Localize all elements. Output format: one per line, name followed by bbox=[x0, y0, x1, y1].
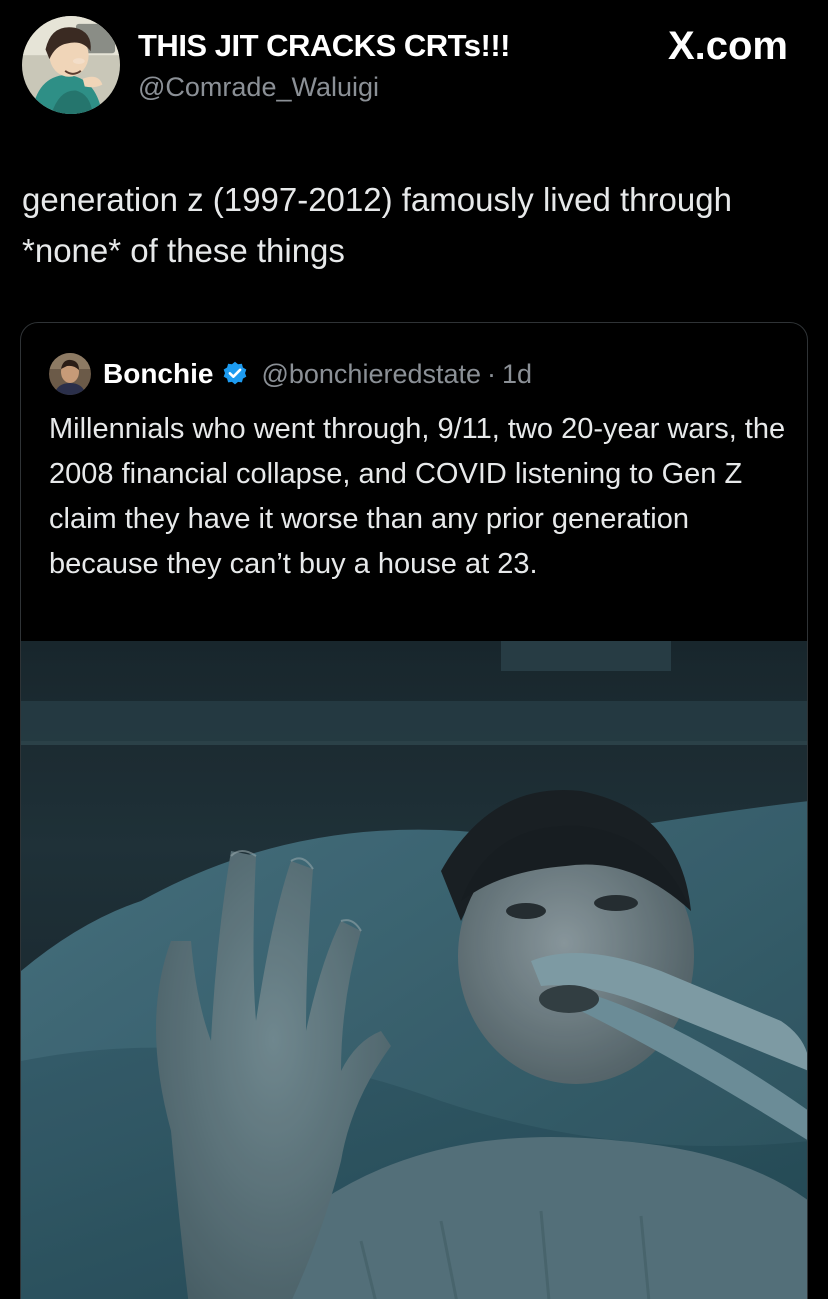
separator-dot: · bbox=[487, 358, 497, 389]
quoted-post-timestamp[interactable]: 1d bbox=[502, 359, 532, 390]
author-handle[interactable]: @Comrade_Waluigi bbox=[138, 72, 379, 103]
post-text: generation z (1997-2012) famously lived … bbox=[22, 181, 732, 269]
quoted-author-handle[interactable]: @bonchieredstate bbox=[261, 359, 481, 390]
quoted-post-card[interactable]: Bonchie @bonchieredstate · 1d Millennial… bbox=[20, 322, 808, 1299]
quoted-post-header: Bonchie @bonchieredstate · 1d bbox=[49, 353, 532, 395]
video-still-image bbox=[21, 641, 807, 1299]
verified-badge-icon bbox=[224, 361, 247, 385]
screenshot: THIS JIT CRACKS CRTs!!! @Comrade_Waluigi… bbox=[0, 0, 828, 1299]
quoted-author-display-name[interactable]: Bonchie bbox=[103, 358, 213, 390]
author-avatar[interactable] bbox=[22, 16, 120, 114]
quoted-post-media[interactable] bbox=[21, 641, 807, 1299]
person-avatar-icon bbox=[49, 353, 91, 395]
x-com-watermark: X.com bbox=[667, 24, 788, 68]
author-display-name[interactable]: THIS JIT CRACKS CRTs!!! bbox=[138, 28, 510, 64]
quoted-post-text: Millennials who went through, 9/11, two … bbox=[49, 413, 786, 580]
quoted-author-avatar[interactable] bbox=[49, 353, 91, 395]
cartoon-avatar-icon bbox=[22, 16, 120, 114]
